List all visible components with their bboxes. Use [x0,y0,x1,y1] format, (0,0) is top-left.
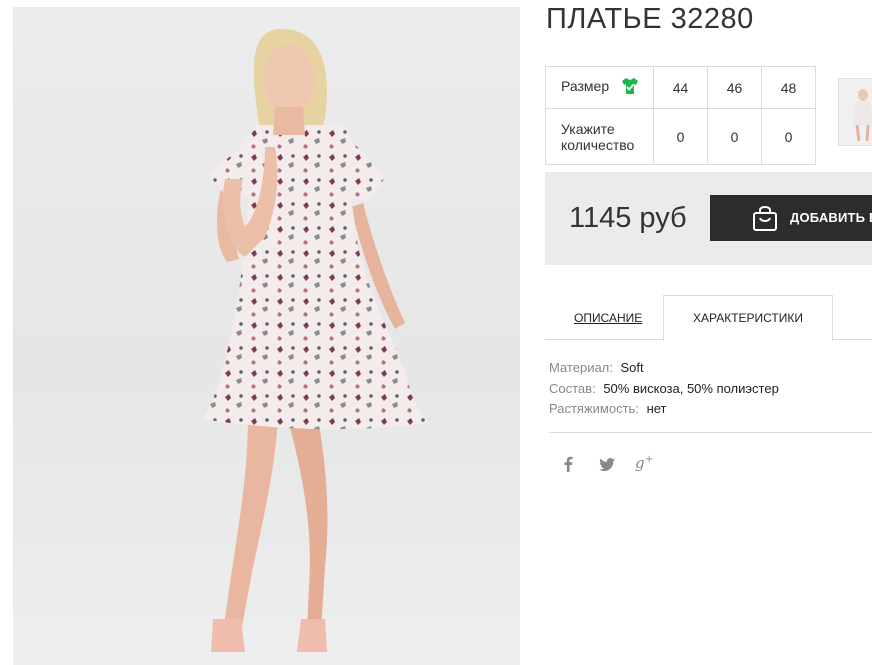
product-price: 1145 руб [569,202,687,234]
size-label: Размер [561,78,610,95]
quantity-input-46[interactable]: 0 [707,108,762,165]
size-cell-48: 48 [761,66,816,109]
svg-text:+: + [645,454,653,465]
twitter-icon[interactable] [599,458,615,476]
quantity-input-48[interactable]: 0 [761,108,816,165]
size-quantity-table: Размер 44 46 48 Укажите количество 0 0 0 [545,66,816,165]
svg-text:g: g [635,454,645,472]
specs-list: Материал: Soft Состав: 50% вискоза, 50% … [549,358,779,420]
spec-row-composition: Состав: 50% вискоза, 50% полиэстер [549,379,779,400]
tab-description[interactable]: ОПИСАНИЕ [574,311,642,325]
tab-characteristics[interactable]: ХАРАКТЕРИСТИКИ [663,295,833,341]
quantity-input-44[interactable]: 0 [653,108,708,165]
size-header-cell: Размер [545,66,654,109]
add-to-cart-button[interactable]: ДОБАВИТЬ В [710,195,872,241]
google-plus-icon[interactable]: g + [635,454,655,477]
facebook-icon[interactable] [562,456,574,477]
spec-label: Состав: [549,380,596,396]
spec-row-material: Материал: Soft [549,358,779,379]
section-divider [549,432,872,433]
product-main-photo[interactable] [13,7,520,665]
quantity-label: Укажите количество [545,108,654,165]
product-thumbnail[interactable] [838,78,872,146]
spec-label: Растяжимость: [549,401,639,416]
spec-row-stretch: Растяжимость: нет [549,399,779,420]
spec-label: Материал: [549,360,613,375]
product-title: ПЛАТЬЕ 32280 [546,3,754,35]
add-to-cart-label: ДОБАВИТЬ В [790,210,872,225]
price-panel: 1145 руб ДОБАВИТЬ В [545,172,872,265]
spec-value: Soft [620,360,644,375]
shopping-bag-icon [752,204,778,235]
model-in-dress-illustration [203,29,429,652]
spec-value: 50% вискоза, 50% полиэстер [603,380,779,396]
size-cell-46: 46 [707,66,762,109]
size-chart-icon[interactable] [621,77,639,98]
size-cell-44: 44 [653,66,708,109]
spec-value: нет [646,401,667,416]
